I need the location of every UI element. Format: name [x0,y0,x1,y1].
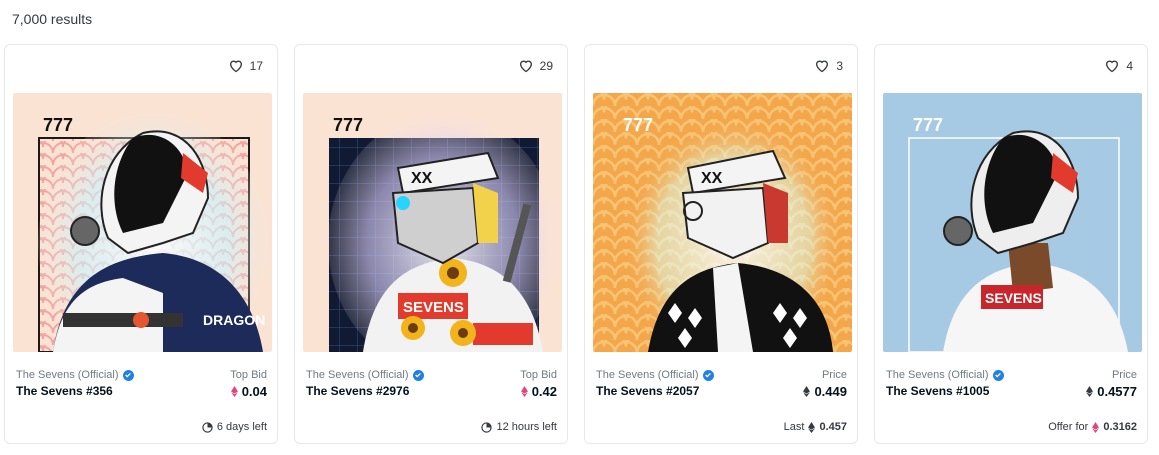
card-footer: Last 0.457 [784,421,847,433]
card-meta: The Sevens (Official) The Sevens #1005 P… [886,369,1137,399]
favorite-button[interactable]: 17 [228,58,263,73]
eth-icon [803,386,811,397]
nft-image[interactable]: 777 SEVENS [883,93,1142,352]
last-sale-value: 0.457 [819,421,847,433]
favorite-count: 17 [249,58,263,73]
offer-value: 0.3162 [1103,421,1137,433]
frame-number: 777 [333,115,363,135]
offer-label: Offer for [1048,421,1089,433]
frame-number: 777 [43,115,73,135]
nft-card[interactable]: 29 777 SEVENS XX The Sevens (Official) T… [294,44,568,444]
favorite-button[interactable]: 4 [1104,58,1133,73]
clock-icon [202,421,213,433]
verified-badge-icon [122,369,134,381]
price-label: Price [1111,369,1137,381]
card-footer: 6 days left [202,421,267,433]
card-meta: The Sevens (Official) The Sevens #2057 P… [596,369,847,399]
price-label: Top Bid [520,369,557,381]
time-left: 6 days left [216,421,267,433]
eth-icon [1086,386,1094,397]
nft-card[interactable]: 4 777 SEVENS The Sevens (Official) The S… [874,44,1148,444]
card-footer: Offer for 0.3162 [1048,421,1137,433]
last-sale-label: Last [783,421,805,433]
nft-card[interactable]: 17 777 DRAGON The Sevens (Official) The … [4,44,278,444]
card-footer: 12 hours left [481,421,557,433]
price-value: 0.4577 [1086,384,1137,399]
weth-icon [520,386,528,397]
price-label: Price [821,369,847,381]
weth-icon [230,386,238,397]
heart-icon [229,60,242,73]
jacket-text: DRAGON [203,312,265,328]
svg-text:XX: XX [701,170,723,187]
weth-icon [1092,421,1100,433]
verified-badge-icon [702,369,714,381]
heart-icon [519,60,532,73]
jacket-text: SEVENS [403,299,464,316]
results-count: 7,000 results [12,11,93,27]
verified-badge-icon [992,369,1004,381]
nft-image[interactable]: 777 XX [593,93,852,352]
nft-image[interactable]: 777 SEVENS XX [303,93,562,352]
favorite-button[interactable]: 29 [518,58,553,73]
favorite-button[interactable]: 3 [814,58,843,73]
price-value: 0.449 [803,384,847,399]
favorite-count: 3 [836,58,843,73]
price-value: 0.04 [230,384,267,399]
frame-number: 777 [623,115,653,135]
time-left: 12 hours left [496,421,557,433]
price-box: Price 0.4577 [1086,369,1137,399]
svg-text:XX: XX [411,170,433,187]
verified-badge-icon [412,369,424,381]
price-box: Top Bid 0.42 [520,369,557,399]
price-box: Price 0.449 [803,369,847,399]
favorite-count: 29 [539,58,553,73]
clock-icon [481,421,493,433]
price-box: Top Bid 0.04 [230,369,267,399]
price-value: 0.42 [520,384,557,399]
heart-icon [816,60,829,73]
favorite-count: 4 [1126,58,1133,73]
nft-card[interactable]: 3 777 XX The Sevens (Official) The Seven… [584,44,858,444]
heart-icon [1106,60,1119,73]
card-meta: The Sevens (Official) The Sevens #356 To… [16,369,267,399]
card-meta: The Sevens (Official) The Sevens #2976 T… [306,369,557,399]
jacket-text: SEVENS [985,290,1042,306]
eth-icon [808,421,816,433]
frame-number: 777 [913,115,943,135]
price-label: Top Bid [230,369,267,381]
nft-image[interactable]: 777 DRAGON [13,93,272,352]
